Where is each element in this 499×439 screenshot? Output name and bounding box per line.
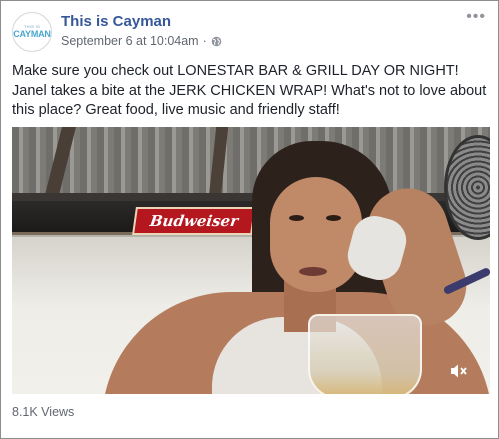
page-name-link[interactable]: This is Cayman (61, 13, 171, 30)
person-eye (326, 215, 341, 221)
speaker-muted-icon[interactable] (448, 362, 470, 380)
meta-separator: · (202, 34, 207, 48)
post-caption: Make sure you check out LONESTAR BAR & G… (12, 63, 487, 118)
avatar-main-text: CAYMAN (13, 28, 51, 39)
video-player[interactable]: Budweiser (12, 127, 490, 394)
globe-icon[interactable] (211, 36, 222, 47)
more-options-icon[interactable]: ••• (466, 8, 486, 26)
page-avatar[interactable]: THIS IS CAYMAN (12, 12, 52, 52)
view-count: 8.1K Views (12, 405, 75, 419)
budweiser-sign: Budweiser (132, 207, 256, 235)
beer-cup (308, 314, 422, 394)
post-header: THIS IS CAYMAN This is Cayman September … (12, 8, 488, 54)
person-eye (289, 215, 304, 221)
post-meta: September 6 at 10:04am · (61, 34, 222, 48)
post-card: THIS IS CAYMAN This is Cayman September … (0, 0, 499, 439)
person-mouth (299, 267, 327, 276)
post-timestamp[interactable]: September 6 at 10:04am (61, 34, 199, 48)
